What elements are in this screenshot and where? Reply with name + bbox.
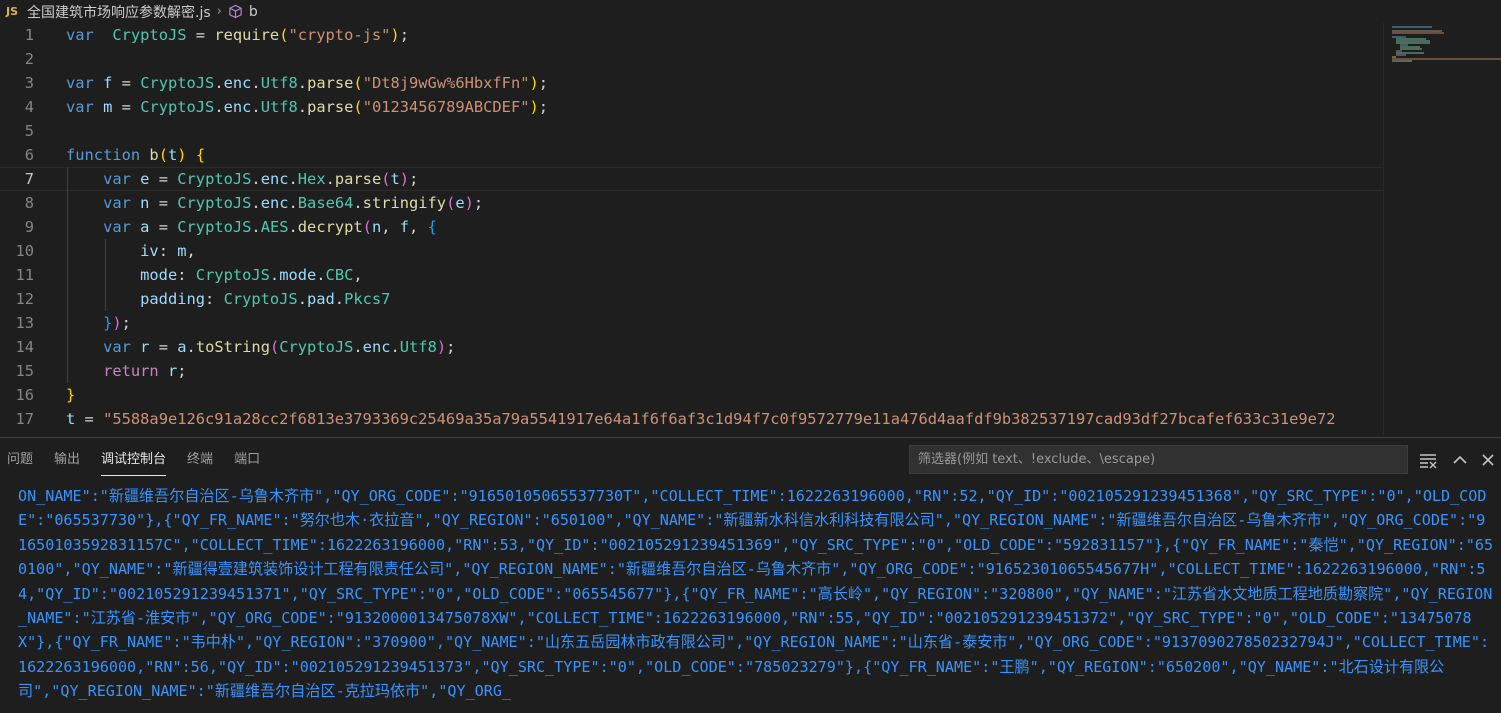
code-line[interactable]: 7 var e = CryptoJS.enc.Hex.parse(t); <box>0 167 1384 191</box>
line-number: 12 <box>15 290 34 308</box>
line-number: 15 <box>15 362 34 380</box>
symbol-method-icon <box>229 4 242 19</box>
line-number: 10 <box>15 242 34 260</box>
line-code: var f = CryptoJS.enc.Utf8.parse("Dt8j9wG… <box>66 74 549 92</box>
code-line[interactable]: 8 var n = CryptoJS.enc.Base64.stringify(… <box>0 191 1384 215</box>
code-line[interactable]: 9 var a = CryptoJS.AES.decrypt(n, f, { <box>0 215 1384 239</box>
breadcrumb: JS 全国建筑市场响应参数解密.js › b <box>0 0 1501 23</box>
close-panel-icon[interactable] <box>1478 450 1498 470</box>
code-line[interactable]: 18 console.log(b(t)) <box>0 431 1384 435</box>
debug-console-output: ON_NAME":"新疆维吾尔自治区-乌鲁木齐市","QY_ORG_CODE":… <box>18 487 1494 701</box>
line-code: var n = CryptoJS.enc.Base64.stringify(e)… <box>103 194 484 212</box>
line-code: var a = CryptoJS.AES.decrypt(n, f, { <box>103 218 437 236</box>
code-line[interactable]: 15 return r; <box>0 359 1384 383</box>
line-number: 7 <box>24 170 34 188</box>
maximize-panel-icon[interactable] <box>1450 450 1470 470</box>
code-line[interactable]: 6 function b(t) { <box>0 143 1384 167</box>
line-code: console.log(b(t)) <box>66 434 224 435</box>
line-code: t = "5588a9e126c91a28cc2f6813e3793369c25… <box>66 410 1336 428</box>
line-code: } <box>66 386 76 404</box>
chevron-right-icon: › <box>216 4 222 19</box>
line-code: }); <box>103 314 131 332</box>
line-number: 14 <box>15 338 34 356</box>
code-editor[interactable]: 1 var CryptoJS = require("crypto-js"); 2 3 v… <box>0 23 1501 435</box>
line-number: 6 <box>24 146 34 164</box>
line-code: return r; <box>103 362 187 380</box>
line-number: 16 <box>15 386 34 404</box>
line-number: 1 <box>24 26 34 44</box>
line-number: 11 <box>15 266 34 284</box>
code-line[interactable]: 2 <box>0 47 1384 71</box>
clear-console-icon[interactable] <box>1418 450 1438 470</box>
tab-debug-console[interactable]: 调试控制台 <box>94 438 180 482</box>
code-line[interactable]: 14 var r = a.toString(CryptoJS.enc.Utf8)… <box>0 335 1384 359</box>
line-code: var m = CryptoJS.enc.Utf8.parse("0123456… <box>66 98 549 116</box>
tab-ports[interactable]: 端口 <box>227 438 274 482</box>
line-number: 5 <box>24 122 34 140</box>
line-number: 3 <box>24 74 34 92</box>
indent-guide <box>105 239 106 311</box>
line-code: mode: CryptoJS.mode.CBC, <box>140 266 363 284</box>
line-code: padding: CryptoJS.pad.Pkcs7 <box>140 290 391 308</box>
line-number: 17 <box>15 410 34 428</box>
console-filter-input[interactable]: 筛选器(例如 text、!exclude、\escape) <box>909 445 1408 474</box>
code-line[interactable]: 10 iv: m, <box>0 239 1384 263</box>
javascript-file-icon: JS <box>6 5 19 18</box>
code-line[interactable]: 12 padding: CryptoJS.pad.Pkcs7 <box>0 287 1384 311</box>
bottom-panel: 问题 输出 调试控制台 终端 端口 筛选器(例如 text、!exclude、\… <box>0 437 1501 713</box>
tab-problems[interactable]: 问题 <box>0 438 47 482</box>
line-code: var r = a.toString(CryptoJS.enc.Utf8); <box>103 338 456 356</box>
tab-terminal[interactable]: 终端 <box>180 438 227 482</box>
code-line[interactable]: 17 t = "5588a9e126c91a28cc2f6813e3793369c… <box>0 407 1384 431</box>
breadcrumb-filename[interactable]: 全国建筑市场响应参数解密.js <box>27 2 211 22</box>
code-line[interactable]: 4 var m = CryptoJS.enc.Utf8.parse("012345… <box>0 95 1384 119</box>
code-line[interactable]: 13 }); <box>0 311 1384 335</box>
line-number: 2 <box>24 50 34 68</box>
line-number: 9 <box>24 218 34 236</box>
line-code: var CryptoJS = require("crypto-js"); <box>66 26 409 44</box>
breadcrumb-symbol[interactable]: b <box>249 4 258 20</box>
line-number: 13 <box>15 314 34 332</box>
line-code: iv: m, <box>140 242 196 260</box>
minimap[interactable] <box>1384 23 1501 435</box>
line-number: 8 <box>24 194 34 212</box>
line-code: var e = CryptoJS.enc.Hex.parse(t); <box>103 170 419 188</box>
line-number: 18 <box>0 431 34 435</box>
code-line[interactable]: 11 mode: CryptoJS.mode.CBC, <box>0 263 1384 287</box>
line-number: 4 <box>24 98 34 116</box>
code-line[interactable]: 16} <box>0 383 1384 407</box>
panel-tabs: 问题 输出 调试控制台 终端 端口 <box>0 438 274 482</box>
code-line[interactable]: 5 <box>0 119 1384 143</box>
code-line[interactable]: 1 var CryptoJS = require("crypto-js"); <box>0 23 1384 47</box>
code-line[interactable]: 3 var f = CryptoJS.enc.Utf8.parse("Dt8j9w… <box>0 71 1384 95</box>
indent-guide <box>67 167 68 383</box>
tab-output[interactable]: 输出 <box>47 438 94 482</box>
line-code: function b(t) { <box>66 146 206 164</box>
